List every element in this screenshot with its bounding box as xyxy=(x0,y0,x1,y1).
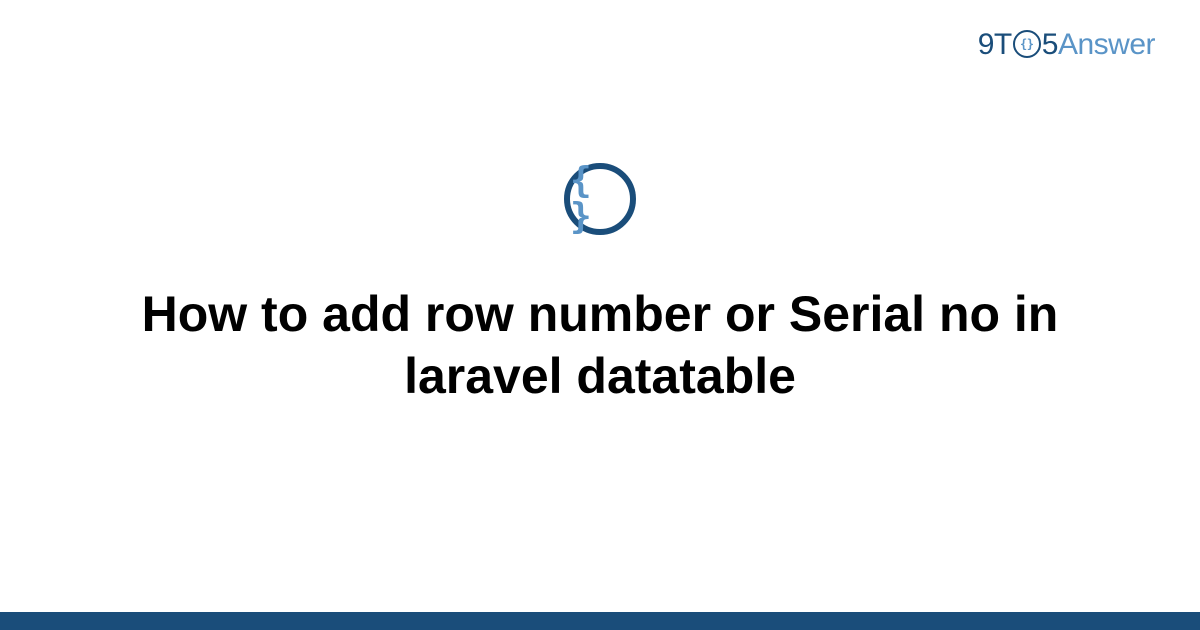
footer-accent-bar xyxy=(0,612,1200,630)
main-content: { } How to add row number or Serial no i… xyxy=(0,0,1200,630)
page-title: How to add row number or Serial no in la… xyxy=(125,283,1075,408)
code-braces-icon: { } xyxy=(564,163,636,235)
braces-glyph: { } xyxy=(570,163,630,235)
